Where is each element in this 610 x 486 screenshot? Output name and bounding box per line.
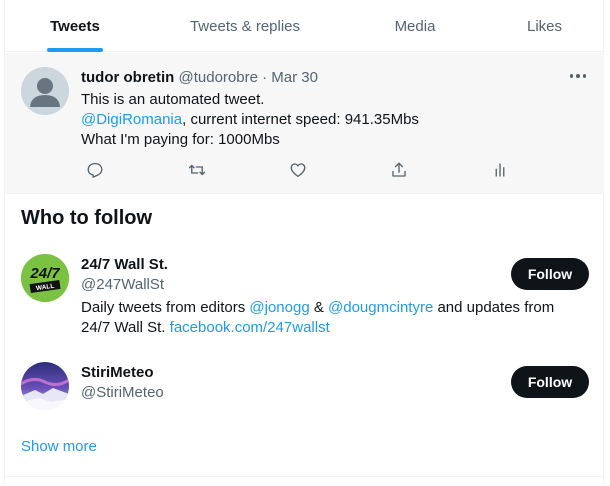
more-dot-icon (569, 74, 574, 78)
follow-button[interactable]: Follow (511, 258, 589, 290)
mention-link[interactable]: @DigiRomania (81, 111, 182, 128)
tweet-line-1: This is an automated tweet. (81, 91, 265, 108)
mention-link[interactable]: @jonogg (249, 299, 309, 316)
tweet[interactable]: tudor obretin @tudorobre · Mar 30 This i… (5, 53, 604, 194)
tweet-actions (81, 159, 521, 181)
bio-text: 24/7 Wall St. (81, 319, 170, 336)
tweet-line-3: What I'm paying for: 1000Mbs (81, 131, 280, 148)
avatar[interactable]: 24/7 WALL (21, 254, 69, 302)
more-dot-icon (576, 74, 580, 78)
profile-timeline: Tweets Tweets & replies Media Likes tudo… (4, 0, 604, 486)
like-icon (290, 163, 306, 178)
active-tab-indicator (47, 48, 103, 52)
reply-icon (87, 162, 103, 178)
bio-text: & (309, 299, 329, 316)
tab-tweets-and-replies[interactable]: Tweets & replies (145, 0, 345, 52)
avatar[interactable] (21, 67, 69, 115)
tweet-line-2: @DigiRomania, current internet speed: 94… (81, 110, 419, 130)
reply-button[interactable] (84, 159, 106, 181)
user-bio: Daily tweets from editors @jonogg & @dou… (81, 298, 581, 338)
share-icon (392, 162, 406, 177)
retweet-icon (188, 164, 206, 176)
tab-label: Tweets (50, 17, 100, 35)
more-dot-icon (582, 74, 587, 78)
user-handle[interactable]: @247WallSt (81, 276, 164, 293)
user-name[interactable]: 24/7 Wall St. (81, 256, 168, 273)
tweet-line-2-text: , current internet speed: 941.35Mbs (182, 111, 419, 128)
avatar[interactable] (21, 362, 69, 410)
who-to-follow-heading: Who to follow (21, 207, 153, 229)
tweet-text: This is an automated tweet. @DigiRomania… (81, 90, 419, 150)
tab-label: Tweets & replies (189, 17, 301, 35)
user-name[interactable]: StiriMeteo (81, 364, 154, 381)
weather-photo-icon (21, 362, 69, 410)
bio-text: Daily tweets from editors (81, 299, 250, 316)
analytics-button[interactable] (489, 159, 511, 181)
wallst-logo-icon: 24/7 WALL (21, 254, 69, 302)
profile-tabs: Tweets Tweets & replies Media Likes (5, 0, 604, 52)
bio-text: and updates from (433, 299, 555, 316)
tab-tweets[interactable]: Tweets (5, 0, 145, 52)
author-handle[interactable]: @tudorobre (179, 69, 258, 86)
tab-likes[interactable]: Likes (485, 0, 604, 52)
tab-label: Likes (526, 17, 563, 35)
tab-label: Media (394, 17, 436, 35)
follow-button[interactable]: Follow (511, 366, 589, 398)
bio-link[interactable]: facebook.com/247wallst (170, 319, 330, 336)
like-button[interactable] (287, 159, 309, 181)
user-handle[interactable]: @StiriMeteo (81, 384, 164, 401)
more-options-button[interactable] (567, 65, 589, 87)
retweet-button[interactable] (186, 159, 208, 181)
author-name[interactable]: tudor obretin (81, 69, 174, 86)
divider (5, 476, 604, 477)
mention-link[interactable]: @dougmcintyre (328, 299, 433, 316)
share-button[interactable] (388, 159, 410, 181)
analytics-icon (495, 163, 505, 177)
tweet-header: tudor obretin @tudorobre · Mar 30 (81, 69, 318, 86)
show-more-link[interactable]: Show more (21, 438, 97, 455)
separator-dot: · (262, 69, 268, 86)
default-avatar-icon (21, 67, 69, 115)
logo-text-top: 24/7 (29, 265, 60, 282)
tweet-date[interactable]: Mar 30 (271, 69, 318, 86)
tab-media[interactable]: Media (345, 0, 485, 52)
